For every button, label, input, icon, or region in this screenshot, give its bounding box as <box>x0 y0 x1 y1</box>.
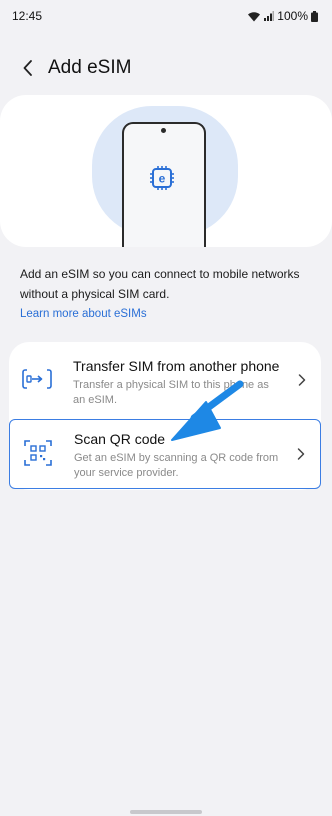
wifi-icon <box>248 11 261 21</box>
signal-icon <box>264 11 275 21</box>
back-button[interactable] <box>8 52 48 84</box>
option-subtitle: Transfer a physical SIM to this phone as… <box>73 379 269 406</box>
page-title: Add eSIM <box>48 57 132 78</box>
learn-more-link[interactable]: Learn more about eSIMs <box>20 308 147 320</box>
gesture-nav-handle[interactable] <box>130 810 202 814</box>
back-arrow-icon <box>23 60 32 76</box>
option-title: Scan QR code <box>74 431 166 447</box>
scan-qr-option[interactable]: Scan QR code Get an eSIM by scanning a Q… <box>9 419 321 489</box>
app-bar: Add eSIM <box>0 52 332 84</box>
battery-percent: 100% <box>277 9 308 23</box>
esim-chip-letter: e <box>159 172 166 186</box>
chevron-right-icon <box>298 374 306 386</box>
transfer-sim-icon <box>22 369 52 389</box>
battery-icon <box>311 10 318 22</box>
description-text: Add an eSIM so you can connect to mobile… <box>20 267 300 301</box>
transfer-sim-option[interactable]: Transfer SIM from another phone Transfer… <box>9 342 321 418</box>
option-title: Transfer SIM from another phone <box>73 358 280 374</box>
status-time: 12:45 <box>12 9 43 23</box>
status-icons: 100% <box>247 9 318 23</box>
esim-chip-icon: e <box>150 166 174 190</box>
phone-camera-dot <box>161 128 166 133</box>
transfer-sim-text: Transfer SIM from another phone Transfer… <box>73 357 283 408</box>
option-subtitle: Get an eSIM by scanning a QR code from y… <box>74 452 279 479</box>
status-bar: 12:45 100% <box>0 0 332 32</box>
hero-illustration-card: e <box>0 95 332 247</box>
scan-qr-text: Scan QR code Get an eSIM by scanning a Q… <box>74 430 284 481</box>
chevron-right-icon <box>297 448 305 460</box>
qr-scan-icon <box>24 440 52 466</box>
